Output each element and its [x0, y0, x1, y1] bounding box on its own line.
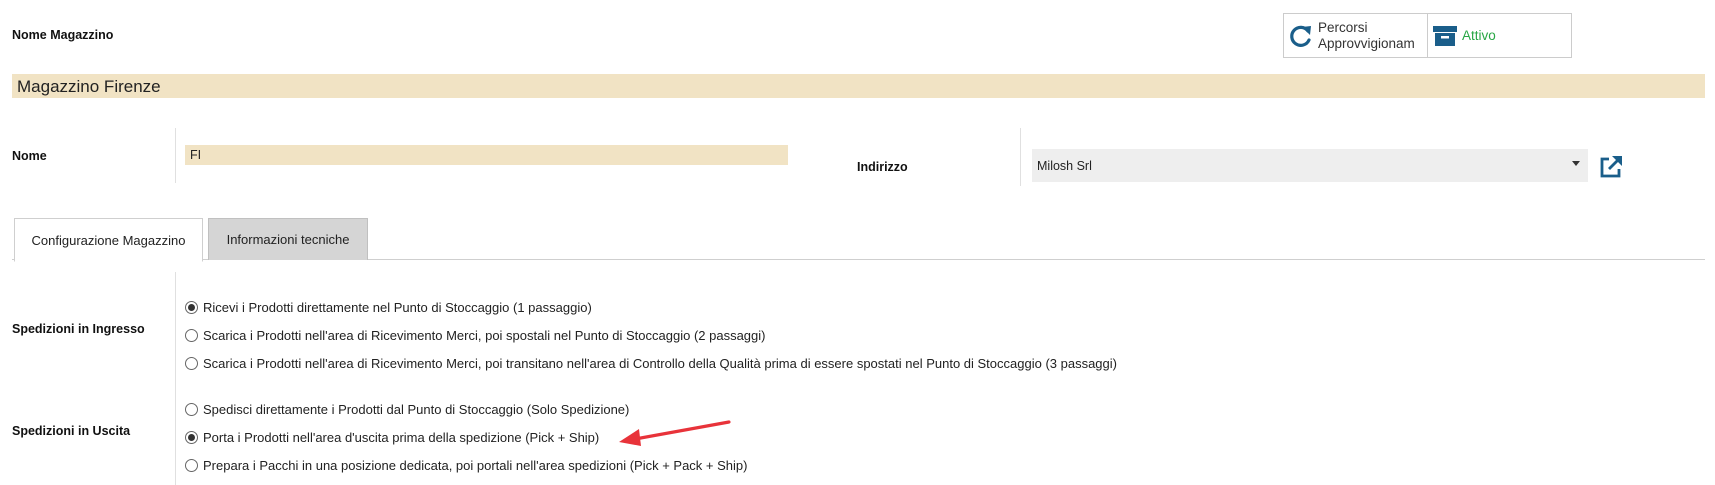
warehouse-title: Magazzino Firenze — [17, 77, 161, 96]
smart-button-group: Percorsi Approvvigionam Attivo — [1283, 13, 1572, 58]
routes-label-line2: Approvvigionam — [1318, 35, 1415, 51]
outgoing-option-pick-ship[interactable]: Porta i Prodotti nell'area d'uscita prim… — [185, 430, 599, 445]
radio-label: Spedisci direttamente i Prodotti dal Pun… — [203, 402, 630, 417]
archive-icon — [1428, 24, 1462, 48]
routes-label-line1: Percorsi — [1318, 19, 1368, 35]
outgoing-option-pick-pack-ship[interactable]: Prepara i Pacchi in una posizione dedica… — [185, 458, 747, 473]
warehouse-name-label: Nome Magazzino — [12, 28, 114, 42]
radio-label: Porta i Prodotti nell'area d'uscita prim… — [203, 430, 600, 445]
radio-unselected[interactable] — [185, 403, 198, 416]
outgoing-shipments-label: Spedizioni in Uscita — [12, 424, 131, 438]
nome-value: FI — [190, 148, 202, 162]
radio-label: Prepara i Pacchi in una posizione dedica… — [203, 458, 748, 473]
radio-unselected[interactable] — [185, 357, 198, 370]
incoming-option-1-step[interactable]: Ricevi i Prodotti direttamente nel Punto… — [185, 300, 592, 315]
radio-selected[interactable] — [185, 301, 198, 314]
status-label: Attivo — [1462, 27, 1496, 43]
warehouse-title-field[interactable]: Magazzino Firenze — [12, 74, 1705, 98]
indirizzo-select[interactable]: Milosh Srl — [1032, 149, 1588, 182]
tab-configurazione-magazzino[interactable]: Configurazione Magazzino — [14, 218, 203, 262]
divider — [175, 272, 176, 485]
radio-unselected[interactable] — [185, 459, 198, 472]
routes-button[interactable]: Percorsi Approvvigionam — [1284, 14, 1428, 57]
incoming-option-3-steps[interactable]: Scarica i Prodotti nell'area di Ricevime… — [185, 356, 1117, 371]
radio-label: Ricevi i Prodotti direttamente nel Punto… — [203, 300, 592, 315]
outgoing-option-ship-only[interactable]: Spedisci direttamente i Prodotti dal Pun… — [185, 402, 629, 417]
tab-label: Informazioni tecniche — [226, 232, 350, 247]
radio-label: Scarica i Prodotti nell'area di Ricevime… — [203, 328, 766, 343]
refresh-icon — [1284, 23, 1318, 49]
annotation-arrow-icon — [619, 420, 731, 446]
external-link-icon[interactable] — [1598, 154, 1624, 180]
nome-input[interactable]: FI — [185, 145, 788, 165]
tab-label: Configurazione Magazzino — [31, 232, 186, 248]
radio-unselected[interactable] — [185, 329, 198, 342]
nome-label: Nome — [12, 149, 47, 163]
indirizzo-value: Milosh Srl — [1037, 159, 1092, 173]
archive-toggle-button[interactable]: Attivo — [1428, 14, 1571, 57]
radio-label: Scarica i Prodotti nell'area di Ricevime… — [203, 356, 1117, 371]
indirizzo-label: Indirizzo — [857, 160, 908, 174]
radio-selected[interactable] — [185, 431, 198, 444]
divider — [175, 128, 176, 183]
tab-informazioni-tecniche[interactable]: Informazioni tecniche — [208, 218, 368, 260]
incoming-option-2-steps[interactable]: Scarica i Prodotti nell'area di Ricevime… — [185, 328, 766, 343]
chevron-down-icon — [1572, 161, 1580, 166]
incoming-shipments-label: Spedizioni in Ingresso — [12, 322, 145, 336]
divider — [1020, 128, 1021, 186]
